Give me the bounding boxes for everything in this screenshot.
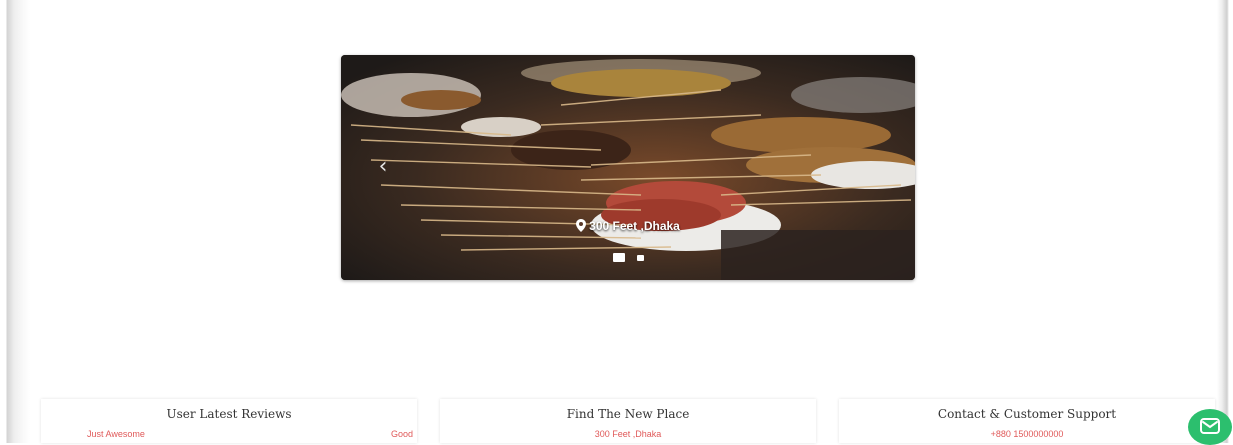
map-marker-icon: [576, 219, 587, 235]
carousel-indicator-1[interactable]: [612, 253, 625, 262]
carousel-indicator-2[interactable]: [636, 255, 644, 261]
chat-button[interactable]: [1188, 409, 1232, 445]
carousel-prev-button[interactable]: ‹: [375, 155, 391, 179]
chevron-left-icon: ‹: [378, 154, 388, 179]
slide-caption: 300 Feet ,Dhaka: [341, 219, 915, 235]
food-skewers-photo: [341, 55, 915, 280]
page-frame-right-shadow: [1217, 0, 1233, 443]
review-item[interactable]: Just Awesome: [87, 429, 145, 439]
card-title: Contact & Customer Support: [937, 407, 1117, 421]
review-item[interactable]: Good: [391, 429, 413, 439]
carousel-indicators: [341, 253, 915, 262]
envelope-icon: [1200, 418, 1220, 434]
card-contact-support: Contact & Customer Support +880 15000000…: [839, 399, 1215, 443]
new-place-link[interactable]: 300 Feet ,Dhaka: [440, 429, 816, 439]
page-frame-left-shadow: [0, 0, 30, 443]
image-carousel[interactable]: ‹ 300 Feet ,Dhaka: [341, 55, 915, 280]
card-find-new-place: Find The New Place 300 Feet ,Dhaka: [440, 399, 816, 443]
card-title: User Latest Reviews: [166, 407, 292, 421]
card-user-latest-reviews: User Latest Reviews Just Awesome Good: [41, 399, 417, 443]
support-phone[interactable]: +880 1500000000: [839, 429, 1215, 439]
card-title: Find The New Place: [566, 407, 690, 421]
slide-location-text: 300 Feet ,Dhaka: [589, 219, 680, 233]
